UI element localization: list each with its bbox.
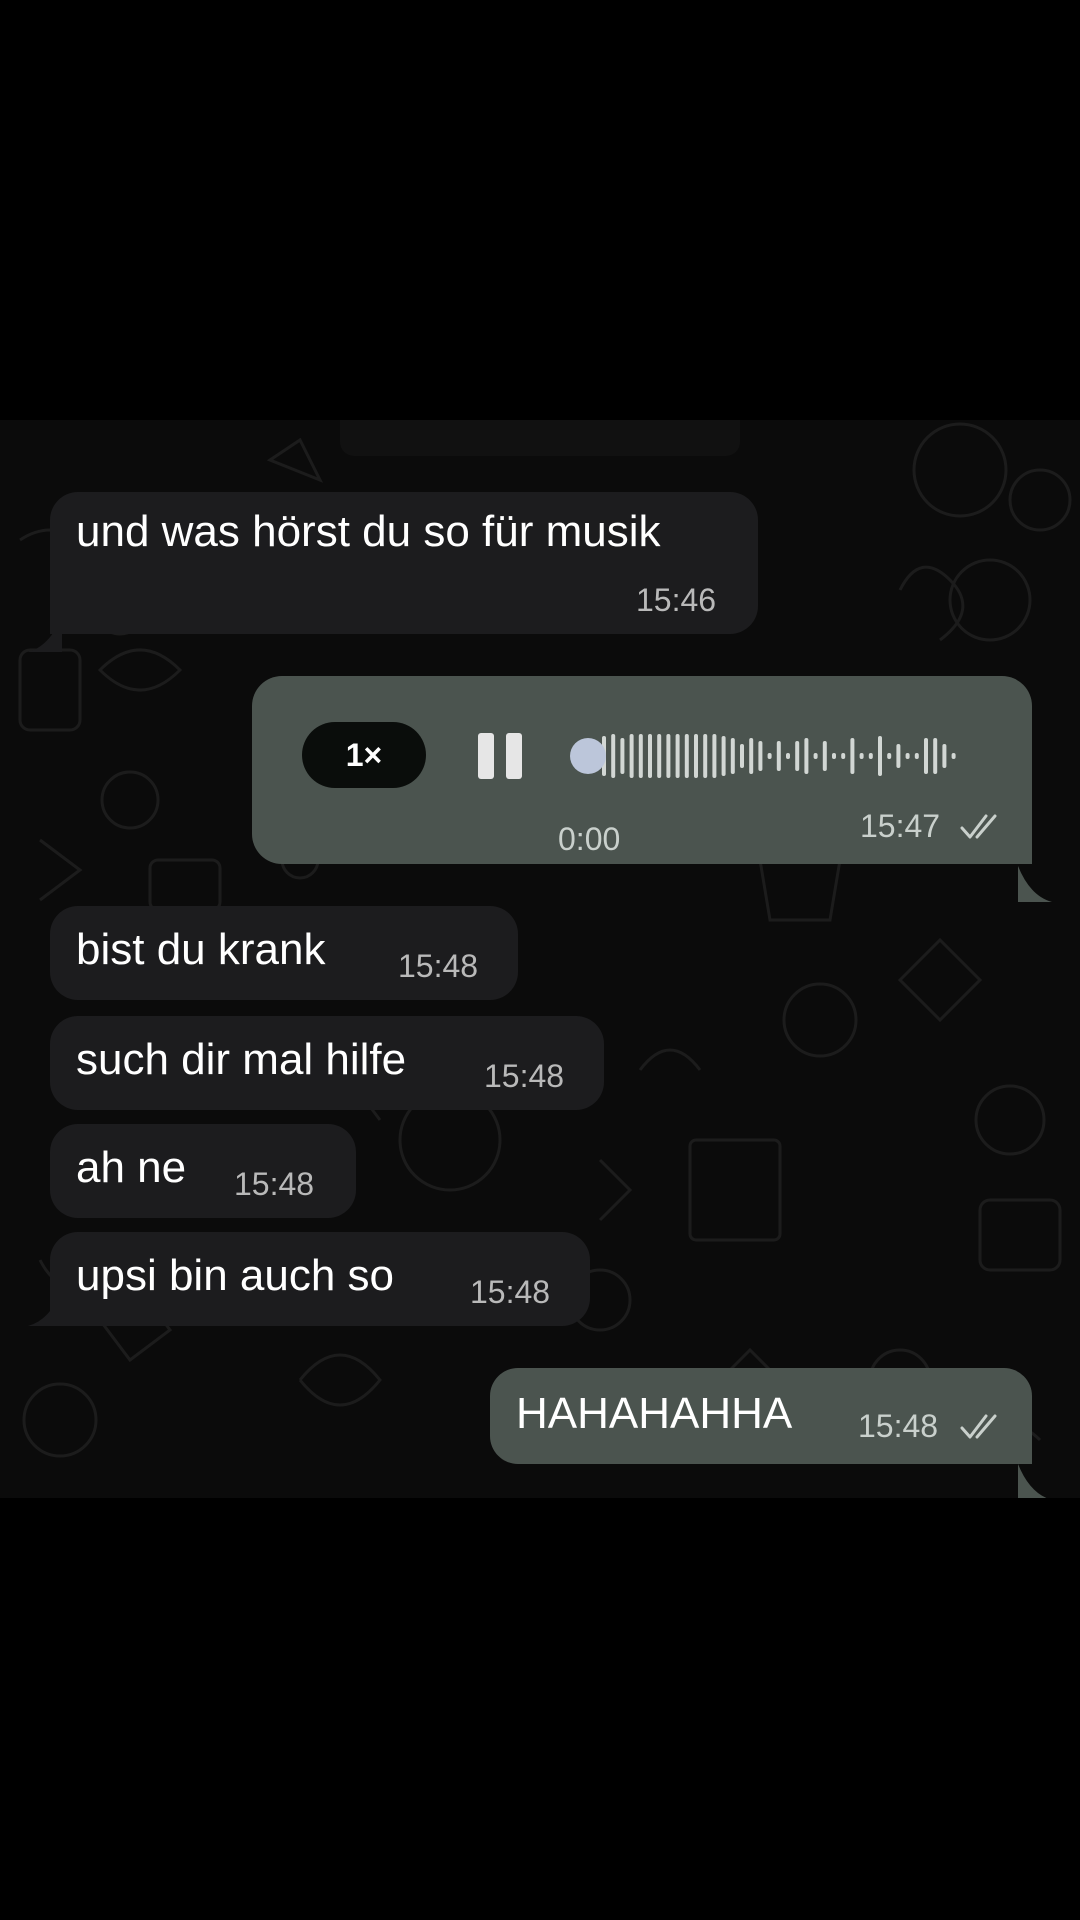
- waveform-bar: [786, 753, 790, 759]
- waveform-bar: [924, 738, 928, 774]
- waveform-bar: [712, 734, 717, 778]
- message-text: und was hörst du so für musik: [76, 507, 661, 556]
- waveform-bar: [859, 753, 864, 759]
- waveform-bar: [703, 734, 708, 778]
- playback-speed-button[interactable]: 1×: [302, 722, 426, 788]
- chat-area[interactable]: und was hörst du so für musik 15:46 1× 0…: [0, 420, 1080, 1498]
- waveform-bar: [951, 753, 956, 759]
- waveform-bar: [776, 741, 781, 771]
- message-timestamp: 15:48: [234, 1166, 315, 1202]
- waveform-bar: [684, 734, 689, 778]
- waveform-bar: [905, 753, 910, 759]
- waveform-bar: [620, 738, 625, 774]
- message-bubble-incoming[interactable]: upsi bin auch so 15:48: [50, 1232, 590, 1326]
- playhead-dot: [570, 738, 606, 774]
- waveform-bar: [850, 738, 855, 774]
- cropped-previous-bubble: [340, 420, 740, 456]
- message-timestamp: 15:47: [860, 808, 941, 844]
- waveform-bar: [648, 734, 652, 778]
- waveform-bar: [822, 741, 827, 771]
- bubble-tail: [1018, 866, 1052, 902]
- waveform-bar: [657, 734, 662, 778]
- waveform-bar: [638, 734, 643, 778]
- audio-waveform[interactable]: [570, 716, 990, 796]
- waveform-bar: [832, 753, 836, 759]
- voice-message-bubble[interactable]: 1× 0:00 15:47: [252, 676, 1032, 864]
- message-timestamp: 15:48: [398, 948, 479, 984]
- waveform-bar: [887, 753, 892, 759]
- waveform-bar: [694, 734, 698, 778]
- waveform-bar: [795, 741, 800, 771]
- waveform-bar: [767, 753, 772, 759]
- message-bubble-incoming[interactable]: such dir mal hilfe 15:48: [50, 1016, 604, 1110]
- message-bubble-outgoing[interactable]: HAHAHAHHA 15:48: [490, 1368, 1032, 1464]
- message-text: upsi bin auch so: [76, 1251, 394, 1300]
- double-check-icon: [960, 814, 997, 839]
- message-timestamp: 15:48: [470, 1274, 551, 1310]
- double-check-icon: [960, 1414, 997, 1439]
- waveform-bar: [611, 734, 616, 778]
- waveform-bar: [666, 734, 671, 778]
- message-text: such dir mal hilfe: [76, 1035, 407, 1084]
- voice-duration: 0:00: [558, 821, 621, 857]
- waveform-bar: [721, 736, 726, 776]
- message-timestamp: 15:48: [858, 1408, 939, 1444]
- waveform-bar: [933, 738, 938, 774]
- waveform-bar: [740, 744, 744, 768]
- waveform-bar: [813, 753, 818, 759]
- waveform-bar: [868, 753, 873, 759]
- waveform-bar: [878, 736, 882, 776]
- waveform-bar: [675, 734, 680, 778]
- waveform-bar: [749, 738, 754, 774]
- message-bubble-incoming[interactable]: bist du krank 15:48: [50, 906, 518, 1000]
- waveform-bar: [942, 744, 947, 768]
- message-bubble-incoming[interactable]: ah ne 15:48: [50, 1124, 356, 1218]
- bubble-tail: [1018, 1464, 1047, 1498]
- waveform-bar: [896, 744, 901, 768]
- message-timestamp: 15:46: [636, 582, 717, 618]
- message-timestamp: 15:48: [484, 1058, 565, 1094]
- waveform-bar: [841, 753, 846, 759]
- pause-icon[interactable]: [478, 733, 522, 779]
- waveform-bar: [629, 734, 634, 778]
- message-text: ah ne: [76, 1143, 187, 1192]
- message-bubble-incoming[interactable]: und was hörst du so für musik 15:46: [50, 492, 758, 634]
- waveform-bar: [758, 741, 763, 771]
- message-text: bist du krank: [76, 925, 326, 974]
- waveform-bar: [804, 738, 809, 774]
- waveform-bar: [730, 738, 735, 774]
- waveform-bar: [914, 753, 919, 759]
- message-text: HAHAHAHHA: [516, 1389, 793, 1438]
